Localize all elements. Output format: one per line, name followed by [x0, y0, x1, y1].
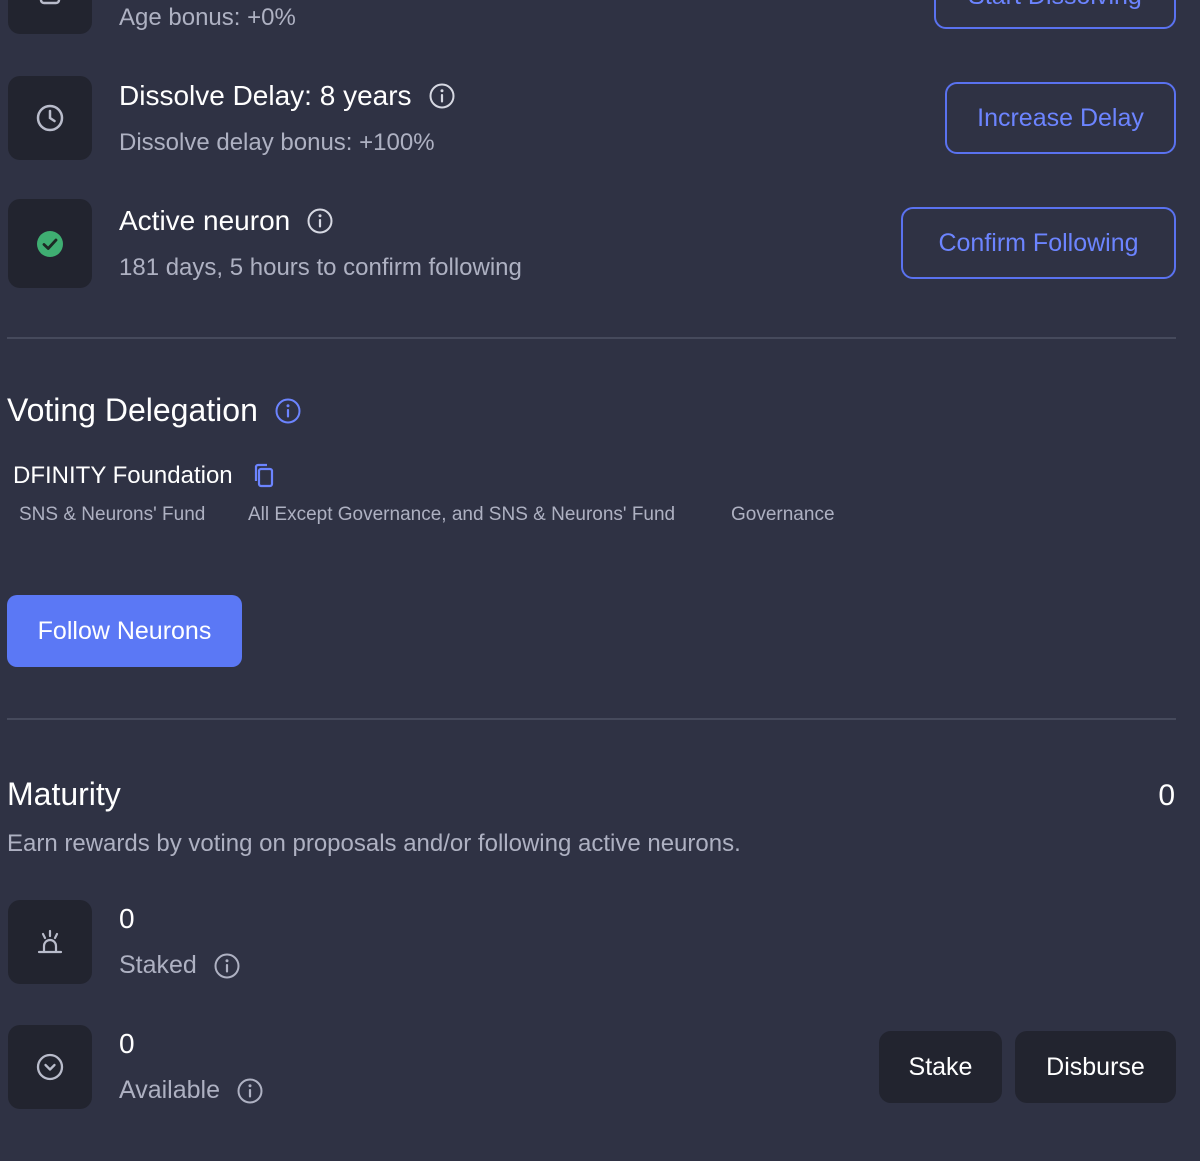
dissolve-delay-title-row: Dissolve Delay: 8 years	[119, 80, 456, 112]
dissolve-delay-title: Dissolve Delay: 8 years	[119, 80, 412, 111]
info-icon[interactable]	[236, 1077, 264, 1105]
staking-icon	[35, 927, 65, 957]
maturity-total-value: 0	[1158, 779, 1175, 812]
info-icon[interactable]	[306, 207, 334, 235]
maturity-title: Maturity	[7, 776, 121, 812]
age-bonus-text: Age bonus: +0%	[119, 4, 296, 31]
staked-label-row: Staked	[119, 951, 241, 980]
lock-icon-tile	[8, 0, 92, 34]
dissolve-delay-bonus-text: Dissolve delay bonus: +100%	[119, 129, 435, 156]
divider	[7, 718, 1176, 720]
available-maturity-value: 0	[119, 1028, 135, 1059]
available-icon-tile	[8, 1025, 92, 1109]
start-dissolving-button[interactable]: Start Dissolving	[934, 0, 1176, 29]
info-icon[interactable]	[213, 952, 241, 980]
followee-row: DFINITY Foundation	[13, 462, 275, 490]
check-circle-icon	[36, 230, 64, 258]
staked-maturity-value: 0	[119, 903, 135, 934]
divider	[7, 337, 1176, 339]
confirm-following-countdown: 181 days, 5 hours to confirm following	[119, 254, 522, 281]
available-label: Available	[119, 1076, 221, 1104]
topic-tag: SNS & Neurons' Fund	[19, 504, 206, 525]
topic-tag: Governance	[731, 504, 835, 525]
copy-icon[interactable]	[253, 463, 275, 489]
staking-icon-tile	[8, 900, 92, 984]
check-icon-tile	[8, 199, 92, 288]
active-neuron-title-row: Active neuron	[119, 205, 334, 237]
available-label-row: Available	[119, 1076, 264, 1105]
disburse-button[interactable]: Disburse	[1015, 1031, 1176, 1103]
clock-icon-tile	[8, 76, 92, 160]
chevron-down-circle-icon	[35, 1052, 65, 1082]
info-icon[interactable]	[274, 397, 302, 425]
staked-label: Staked	[119, 951, 197, 979]
increase-delay-button[interactable]: Increase Delay	[945, 82, 1176, 154]
clock-icon	[35, 103, 65, 133]
voting-delegation-heading-row: Voting Delegation	[7, 392, 302, 429]
confirm-following-button[interactable]: Confirm Following	[901, 207, 1176, 279]
voting-delegation-title: Voting Delegation	[7, 392, 258, 428]
followee-name: DFINITY Foundation	[13, 462, 233, 489]
follow-neurons-button[interactable]: Follow Neurons	[7, 595, 242, 667]
stake-button[interactable]: Stake	[879, 1031, 1002, 1103]
lock-icon	[35, 0, 65, 7]
active-neuron-title: Active neuron	[119, 205, 291, 236]
info-icon[interactable]	[428, 82, 456, 110]
topic-tag: All Except Governance, and SNS & Neurons…	[248, 504, 676, 525]
maturity-description: Earn rewards by voting on proposals and/…	[7, 830, 741, 857]
